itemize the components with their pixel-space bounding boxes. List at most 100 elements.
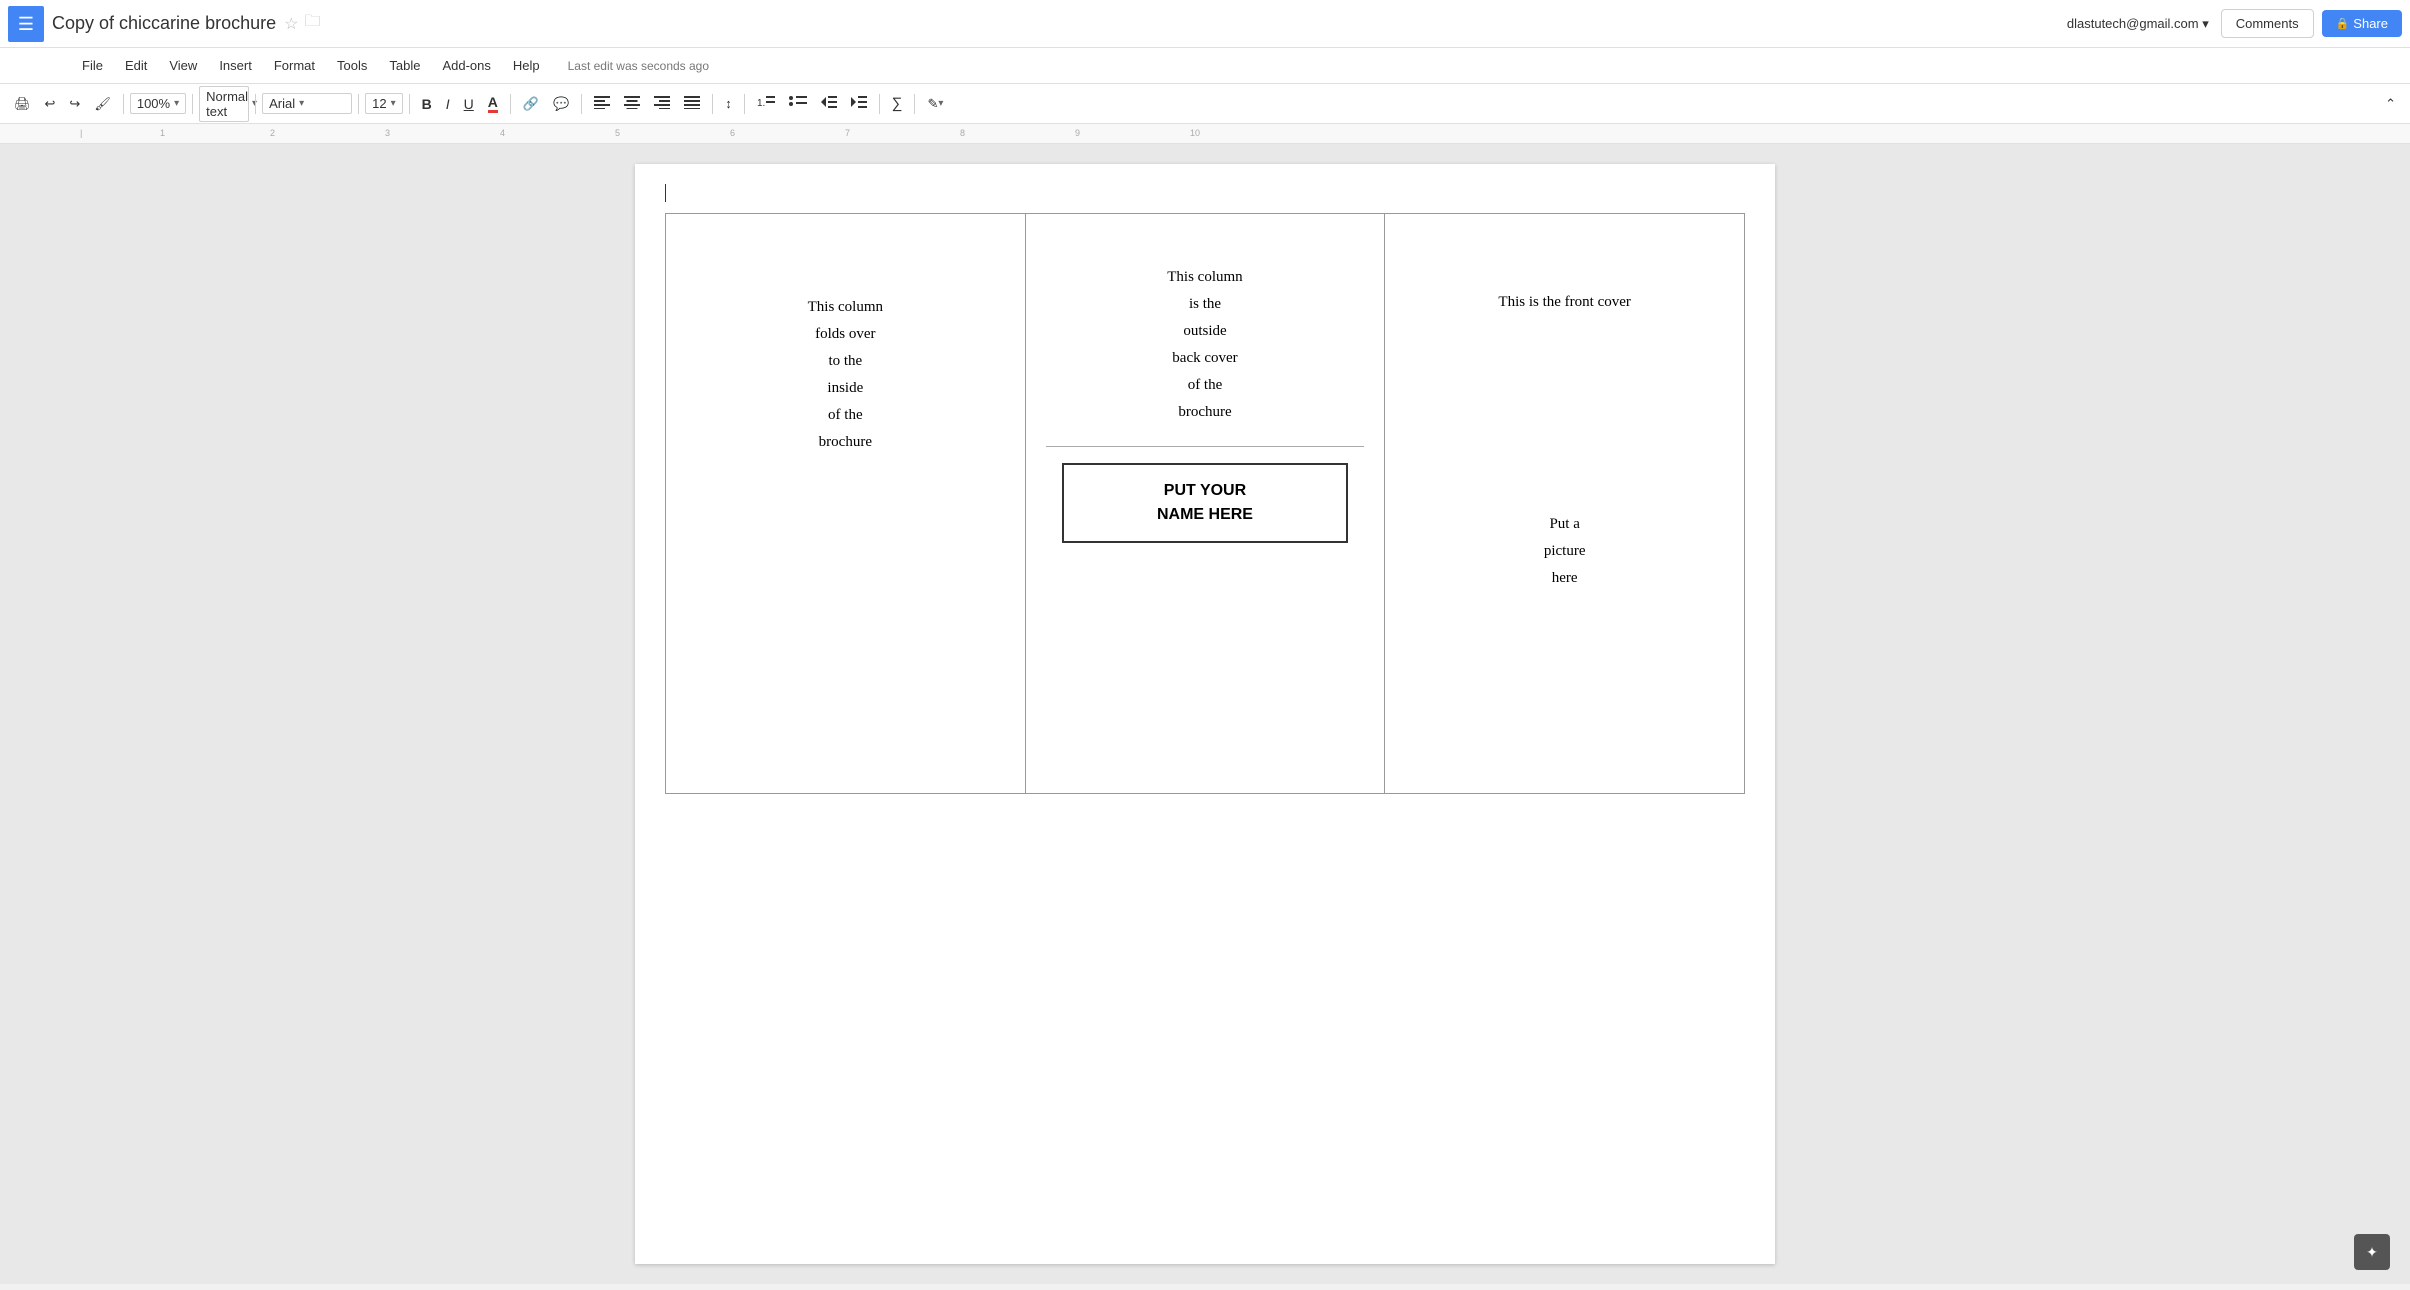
align-justify-button[interactable] [678, 91, 706, 116]
hamburger-icon: ☰ [18, 15, 34, 33]
comment-button[interactable]: 💬 [547, 92, 575, 116]
format-paint-button[interactable]: 🖌 [88, 92, 117, 116]
name-box[interactable]: PUT YOURNAME HERE [1062, 463, 1349, 543]
bold-button[interactable]: B [416, 92, 438, 116]
col3-picture-text: Put apicturehere [1405, 311, 1724, 592]
align-right-button[interactable] [648, 91, 676, 116]
folder-icon[interactable]: 🗀 [304, 10, 320, 37]
col3-cell[interactable]: This is the front cover Put apicturehere [1385, 214, 1745, 794]
align-center-button[interactable] [618, 91, 646, 116]
menu-table[interactable]: Table [379, 54, 430, 77]
table-row: This columnfolds overto theinsideof theb… [666, 214, 1745, 794]
app-menu-button[interactable]: ☰ [8, 6, 44, 42]
separator-11 [914, 94, 915, 114]
print-button[interactable]: 🖨 [8, 92, 37, 116]
indent-increase-icon [851, 95, 867, 112]
underline-button[interactable]: U [458, 92, 480, 116]
comments-button[interactable]: Comments [2221, 9, 2314, 38]
style-value: Normal text [206, 89, 248, 119]
menu-bar: File Edit View Insert Format Tools Table… [0, 48, 2410, 84]
formula-icon: ∑ [892, 95, 903, 112]
text-color-button[interactable]: A [482, 90, 504, 117]
zoom-value: 100% [137, 96, 170, 111]
link-icon: 🔗 [523, 96, 539, 112]
format-paint-icon: 🖌 [94, 96, 111, 112]
zoom-selector[interactable]: 100% ▾ [130, 93, 186, 114]
bullet-list-icon [789, 95, 807, 112]
separator-1 [123, 94, 124, 114]
separator-2 [192, 94, 193, 114]
separator-6 [510, 94, 511, 114]
separator-9 [744, 94, 745, 114]
font-selector[interactable]: Arial ▾ [262, 93, 352, 114]
line-spacing-button[interactable]: ↕ [719, 92, 738, 115]
formula-button[interactable]: ∑ [886, 91, 909, 116]
col1-text: This columnfolds overto theinsideof theb… [686, 234, 1005, 456]
share-button[interactable]: 🔒 Share [2322, 10, 2402, 37]
zoom-dropdown-icon: ▾ [174, 98, 179, 109]
undo-button[interactable]: ↩ [39, 92, 62, 116]
user-email: dlastutech@gmail.com [2067, 16, 2199, 31]
pen-icon: ✎ [927, 96, 938, 112]
col1-cell[interactable]: This columnfolds overto theinsideof theb… [666, 214, 1026, 794]
separator-3 [255, 94, 256, 114]
brochure-table: This columnfolds overto theinsideof theb… [665, 213, 1745, 794]
col2-content: This columnis theoutsideback coverof the… [1046, 234, 1365, 543]
star-icon[interactable]: ☆ [284, 14, 298, 34]
doc-title[interactable]: Copy of chiccarine brochure [52, 13, 276, 34]
redo-button[interactable]: ↪ [63, 92, 86, 116]
link-button[interactable]: 🔗 [517, 92, 545, 116]
align-left-button[interactable] [588, 91, 616, 116]
ruler-mark: 3 [385, 128, 390, 138]
user-account[interactable]: dlastutech@gmail.com ▾ [2067, 16, 2209, 32]
print-icon: 🖨 [14, 96, 31, 112]
numbered-list-button[interactable]: 1. [751, 91, 781, 116]
font-size-dropdown[interactable]: 12 ▾ [365, 93, 403, 114]
menu-format[interactable]: Format [264, 54, 325, 77]
ruler-mark: 5 [615, 128, 620, 138]
document-page[interactable]: This columnfolds overto theinsideof theb… [635, 164, 1775, 1264]
menu-insert[interactable]: Insert [209, 54, 262, 77]
font-size-dropdown-icon: ▾ [391, 98, 396, 109]
font-value: Arial [269, 96, 295, 111]
separator-10 [879, 94, 880, 114]
italic-button[interactable]: I [440, 92, 456, 116]
ruler-mark: 1 [160, 128, 165, 138]
ruler-mark: 2 [270, 128, 275, 138]
svg-text:1.: 1. [757, 98, 765, 109]
undo-icon: ↩ [45, 96, 56, 112]
style-selector[interactable]: Normal text ▾ [199, 86, 249, 122]
line-spacing-icon: ↕ [725, 96, 732, 111]
redo-icon: ↪ [69, 96, 80, 112]
align-center-icon [624, 95, 640, 112]
indent-increase-button[interactable] [845, 91, 873, 116]
separator-8 [712, 94, 713, 114]
menu-tools[interactable]: Tools [327, 54, 377, 77]
text-color-icon: A [488, 94, 498, 113]
ruler-mark: 6 [730, 128, 735, 138]
align-right-icon [654, 95, 670, 112]
font-size-value: 12 [372, 96, 386, 111]
ruler-mark: 7 [845, 128, 850, 138]
ruler-mark: 10 [1190, 128, 1200, 138]
menu-view[interactable]: View [159, 54, 207, 77]
ruler-mark: 8 [960, 128, 965, 138]
ruler: | 1 2 3 4 5 6 7 8 9 10 [0, 124, 2410, 144]
menu-file[interactable]: File [72, 54, 113, 77]
ruler-mark: 9 [1075, 128, 1080, 138]
indent-decrease-button[interactable] [815, 91, 843, 116]
menu-help[interactable]: Help [503, 54, 550, 77]
collapse-toolbar-button[interactable]: ⌃ [2379, 92, 2402, 116]
menu-addons[interactable]: Add-ons [432, 54, 500, 77]
text-cursor [665, 184, 666, 202]
col2-cell[interactable]: This columnis theoutsideback coverof the… [1025, 214, 1385, 794]
bullet-list-button[interactable] [783, 91, 813, 116]
menu-edit[interactable]: Edit [115, 54, 157, 77]
pen-button[interactable]: ✎ ▾ [921, 92, 949, 116]
ruler-mark: | [80, 128, 82, 138]
align-justify-icon [684, 95, 700, 112]
fab-button[interactable]: ✦ [2354, 1234, 2390, 1270]
indent-decrease-icon [821, 95, 837, 112]
doc-title-area: Copy of chiccarine brochure ☆ 🗀 [52, 10, 2067, 37]
col3-front-text: This is the front cover [1405, 234, 1724, 311]
